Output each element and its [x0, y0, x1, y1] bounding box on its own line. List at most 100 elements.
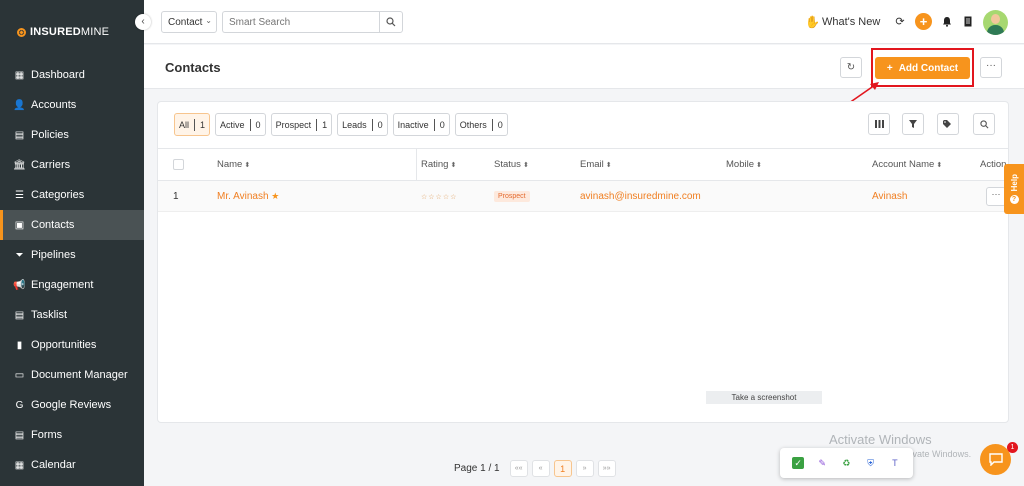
chevron-down-icon: ⌄ — [205, 16, 212, 25]
insuredmine-logo-icon — [17, 27, 26, 37]
pen-icon[interactable]: ✎ — [816, 457, 828, 469]
add-contact-button[interactable]: + Add Contact — [875, 57, 970, 79]
refresh-button[interactable]: ↻ — [840, 57, 862, 78]
column-header-rating[interactable]: Rating ⬍ — [421, 159, 456, 170]
more-options-button[interactable]: ··· — [980, 57, 1002, 78]
sidebar-item-opportunities[interactable]: ▮ Opportunities — [0, 330, 144, 360]
sidebar-item-label: Carriers — [31, 159, 71, 171]
whats-new-link[interactable]: ✋ What's New — [805, 15, 880, 29]
contact-name-link[interactable]: Mr. Avinash ★ — [217, 191, 279, 202]
filter-all[interactable]: All 1 — [174, 113, 211, 136]
columns-icon — [874, 120, 884, 128]
filter-active[interactable]: Active 0 — [215, 113, 266, 136]
sidebar-item-forms[interactable]: ▤ Forms — [0, 420, 144, 450]
sidebar-item-google-reviews[interactable]: G Google Reviews — [0, 390, 144, 420]
last-page-button[interactable]: »» — [597, 460, 616, 477]
refresh-icon: ↻ — [846, 62, 856, 73]
sidebar-item-label: Engagement — [31, 279, 94, 291]
sidebar-item-document-manager[interactable]: ▭ Document Manager — [0, 360, 144, 390]
plus-icon: + — [886, 62, 893, 74]
email-link[interactable]: avinash@insuredmine.com — [580, 191, 701, 202]
filter-separator — [316, 118, 318, 131]
help-tab[interactable]: Help ? — [1004, 164, 1024, 214]
pipelines-icon: ⏷ — [15, 249, 24, 261]
sidebar-item-calendar[interactable]: ▦ Calendar — [0, 450, 144, 480]
brand-logo[interactable]: INSUREDMINE — [17, 26, 109, 38]
page-header: Contacts ↻ + Add Contact ··· — [144, 45, 1024, 89]
filter-others[interactable]: Others 0 — [454, 113, 508, 136]
filter-separator — [371, 118, 373, 131]
engagement-icon: 📢 — [13, 279, 26, 291]
user-avatar[interactable] — [983, 10, 1008, 35]
sidebar-item-label: Dashboard — [31, 69, 85, 81]
account-name-link[interactable]: Avinash — [872, 191, 907, 202]
table-search-button[interactable] — [973, 113, 995, 135]
prev-page-button[interactable]: « — [531, 460, 550, 477]
sidebar-item-label: Calendar — [31, 459, 76, 471]
chat-launcher-button[interactable]: 1 — [980, 442, 1018, 475]
quick-add-button[interactable]: + — [915, 13, 932, 30]
bell-icon[interactable] — [939, 13, 955, 29]
sync-icon[interactable]: ⟳ — [892, 13, 908, 29]
screenshot-tooltip: Take a screenshot — [706, 391, 822, 404]
status-filters: All 1 Active 0 Prospect 1 Leads 0 Inactive 0 Other… — [174, 113, 508, 136]
sidebar-item-label: Google Reviews — [31, 399, 112, 411]
filter-inactive[interactable]: Inactive 0 — [392, 113, 450, 136]
column-header-mobile[interactable]: Mobile ⬍ — [726, 159, 762, 170]
sidebar-collapse-button[interactable]: ‹ — [135, 14, 151, 30]
column-header-status[interactable]: Status ⬍ — [494, 159, 529, 170]
sidebar: INSUREDMINE ▦ Dashboard 👤 Accounts ▤ Policies… — [0, 0, 144, 486]
smart-search-input[interactable] — [222, 11, 379, 33]
forms-icon: ▤ — [14, 429, 25, 441]
policies-icon: ▤ — [14, 129, 25, 141]
sidebar-item-dashboard[interactable]: ▦ Dashboard — [0, 60, 144, 90]
teams-icon[interactable]: T — [889, 457, 901, 469]
google-reviews-icon: G — [15, 399, 24, 411]
column-header-name[interactable]: Name ⬍ — [217, 159, 250, 170]
sidebar-item-contacts[interactable]: ▣ Contacts — [0, 210, 144, 240]
search-icon — [386, 17, 396, 27]
favorite-star-icon[interactable]: ★ — [271, 191, 279, 201]
column-header-action[interactable]: Action — [980, 159, 1006, 170]
shield-check-icon[interactable]: ✓ — [792, 457, 805, 469]
top-bar: Contact ⌄ ✋ What's New ⟳ + — [144, 0, 1024, 44]
current-page-button[interactable]: 1 — [553, 460, 572, 477]
sidebar-item-label: Categories — [31, 189, 85, 201]
rating-stars[interactable]: ☆☆☆☆☆ — [421, 193, 457, 201]
select-all-checkbox[interactable] — [173, 159, 184, 170]
tags-button[interactable] — [937, 113, 959, 135]
sidebar-item-pipelines[interactable]: ⏷ Pipelines — [0, 240, 144, 270]
sidebar-item-policies[interactable]: ▤ Policies — [0, 120, 144, 150]
search-button[interactable] — [379, 11, 403, 33]
filter-button[interactable] — [902, 113, 924, 135]
column-header-email[interactable]: Email ⬍ — [580, 159, 612, 170]
search-type-select[interactable]: Contact ⌄ — [161, 11, 217, 33]
hand-wave-icon: ✋ — [805, 15, 820, 29]
sort-icon: ⬍ — [605, 162, 612, 169]
filter-prospect[interactable]: Prospect 1 — [270, 113, 333, 136]
recycle-icon[interactable]: ♻ — [840, 457, 852, 469]
sidebar-item-label: Policies — [31, 129, 69, 141]
first-page-button[interactable]: «« — [509, 460, 528, 477]
filter-count: 0 — [497, 119, 503, 130]
notes-icon[interactable] — [960, 13, 976, 29]
sort-icon: ⬍ — [450, 162, 457, 169]
row-action-button[interactable]: ··· — [986, 187, 1006, 206]
security-shield-icon[interactable]: ⛨ — [865, 457, 877, 469]
filter-leads[interactable]: Leads 0 — [337, 113, 388, 136]
filter-separator — [249, 118, 251, 131]
columns-button[interactable] — [868, 113, 890, 135]
accounts-icon: 👤 — [13, 99, 26, 111]
sidebar-item-carriers[interactable]: 🏛 Carriers — [0, 150, 144, 180]
help-icon: ? — [1009, 194, 1019, 204]
sidebar-item-accounts[interactable]: 👤 Accounts — [0, 90, 144, 120]
sidebar-item-categories[interactable]: ☰ Categories — [0, 180, 144, 210]
sidebar-item-tasklist[interactable]: ▤ Tasklist — [0, 300, 144, 330]
table-row[interactable]: 1 Mr. Avinash ★ ☆☆☆☆☆ Prospect avinash@i… — [158, 181, 1008, 212]
pagination: Page 1 / 1 «« « 1 » »» — [454, 460, 616, 477]
sort-icon: ⬍ — [244, 162, 251, 169]
sort-icon: ⬍ — [936, 162, 943, 169]
sidebar-item-engagement[interactable]: 📢 Engagement — [0, 270, 144, 300]
next-page-button[interactable]: » — [575, 460, 594, 477]
column-header-account-name[interactable]: Account Name ⬍ — [872, 159, 942, 170]
